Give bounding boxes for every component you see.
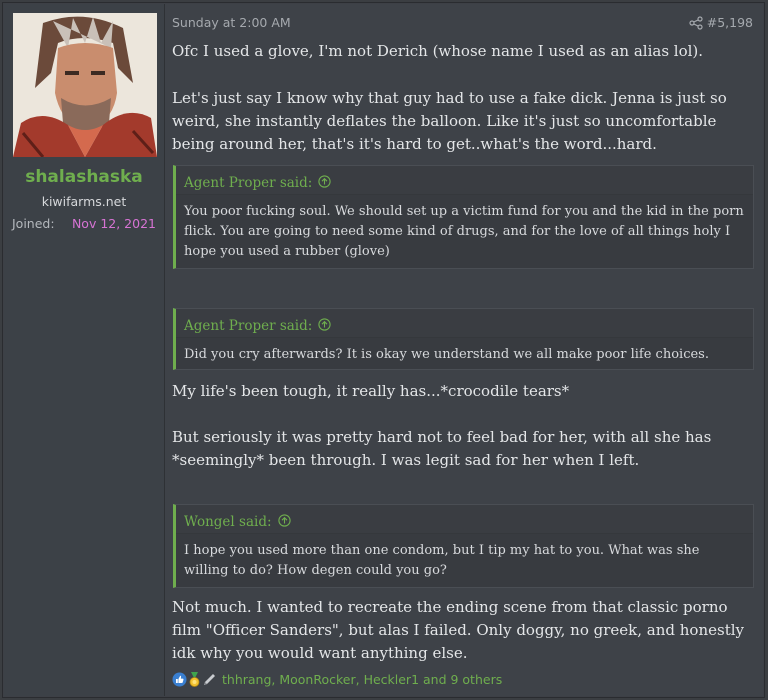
- quote-author[interactable]: Agent Proper said:: [184, 175, 312, 191]
- post-number[interactable]: #5,198: [707, 15, 753, 30]
- quote-header[interactable]: Agent Proper said:: [176, 166, 753, 195]
- quote-author[interactable]: Agent Proper said:: [184, 318, 312, 334]
- post-paragraph: Not much. I wanted to recreate the endin…: [172, 598, 744, 662]
- user-info-column: shalashaska kiwifarms.net Joined: Nov 12…: [4, 4, 165, 696]
- avatar[interactable]: [13, 13, 157, 157]
- post-date[interactable]: Sunday at 2:00 AM: [172, 15, 291, 30]
- reaction-users[interactable]: thhrang, MoonRocker, Heckler1 and 9 othe…: [222, 672, 502, 687]
- joined-label: Joined:: [12, 216, 55, 231]
- quote-block: Agent Proper said: You poor fucking soul…: [173, 165, 754, 269]
- user-title: kiwifarms.net: [41, 194, 127, 209]
- jump-to-quote-icon[interactable]: [318, 317, 331, 331]
- username[interactable]: shalashaska: [4, 167, 164, 187]
- joined-date: Nov 12, 2021: [71, 216, 156, 231]
- quote-text: You poor fucking soul. We should set up …: [184, 204, 744, 259]
- pencil-icon[interactable]: [202, 672, 217, 687]
- avatar-image: [13, 13, 157, 157]
- quote-header[interactable]: Wongel said:: [176, 505, 753, 534]
- like-icon[interactable]: [172, 672, 187, 687]
- post-paragraph: My life's been tough, it really has...*c…: [172, 382, 570, 400]
- jump-to-quote-icon[interactable]: [277, 513, 291, 527]
- quote-block: Wongel said: I hope you used more than o…: [173, 504, 754, 588]
- post-paragraph: Ofc I used a glove, I'm not Derich (whos…: [172, 42, 704, 60]
- post-content: Sunday at 2:00 AM #5,198 Ofc I used a gl…: [165, 4, 763, 696]
- quote-block: Agent Proper said: Did you cry afterward…: [173, 308, 754, 370]
- post-paragraph: Let's just say I know why that guy had t…: [172, 89, 727, 153]
- jump-to-quote-icon[interactable]: [318, 174, 331, 188]
- share-icon[interactable]: [689, 15, 703, 30]
- quote-header[interactable]: Agent Proper said:: [176, 309, 753, 338]
- forum-post: shalashaska kiwifarms.net Joined: Nov 12…: [2, 2, 765, 698]
- quote-text: I hope you used more than one condom, bu…: [184, 543, 700, 578]
- quote-author[interactable]: Wongel said:: [184, 514, 272, 530]
- quote-text: Did you cry afterwards? It is okay we un…: [184, 347, 709, 362]
- reactions-bar[interactable]: thhrang, MoonRocker, Heckler1 and 9 othe…: [172, 672, 502, 687]
- winner-medal-icon[interactable]: [187, 672, 202, 687]
- post-paragraph: But seriously it was pretty hard not to …: [172, 428, 712, 469]
